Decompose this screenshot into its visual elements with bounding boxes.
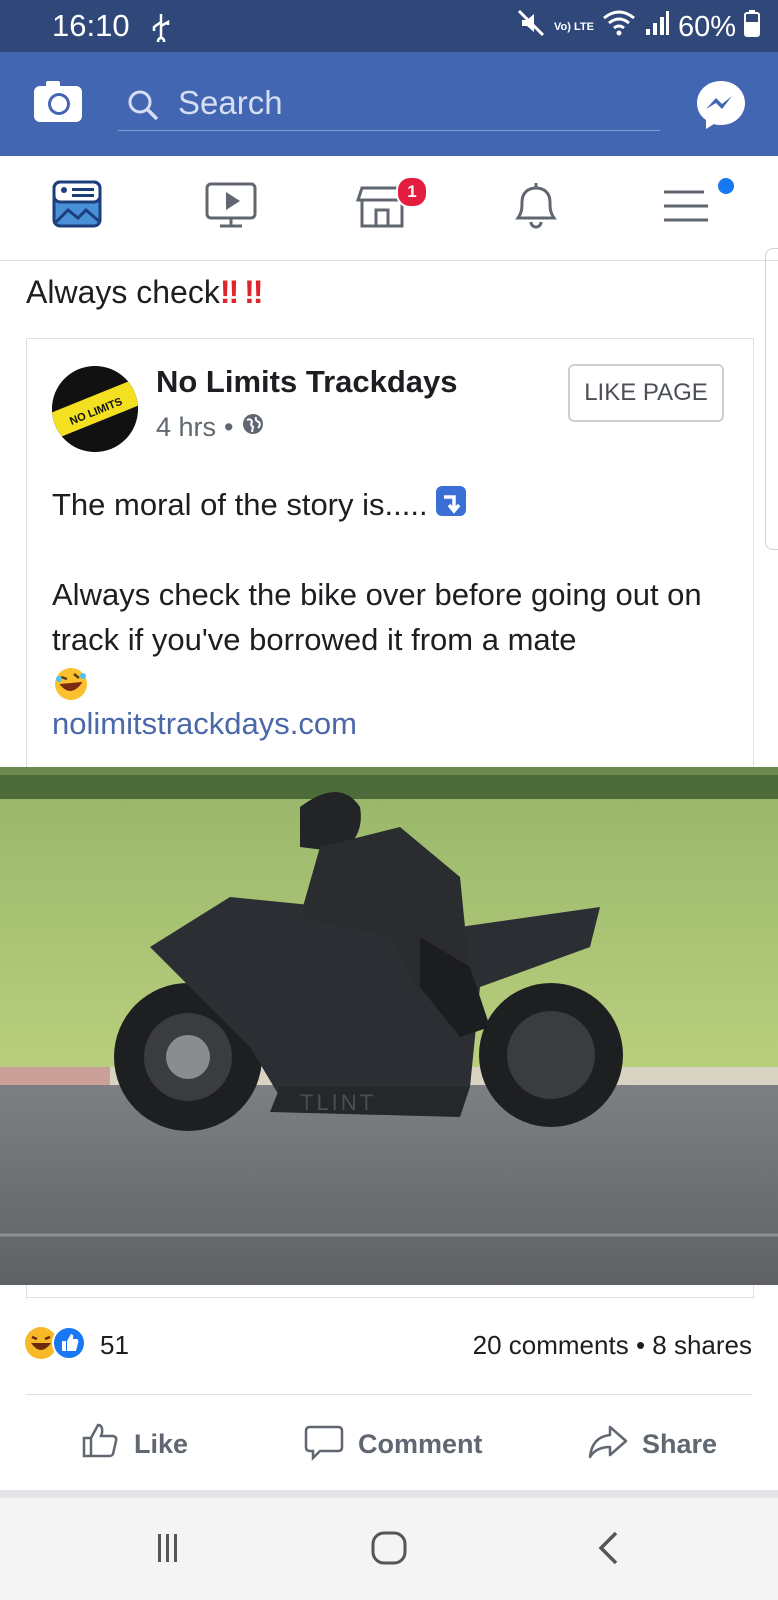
page-avatar[interactable]: NO LIMITS xyxy=(52,366,138,452)
tab-watch[interactable] xyxy=(204,178,264,238)
wifi-icon xyxy=(602,9,636,45)
like-button[interactable]: Like xyxy=(74,1420,194,1469)
comment-label: Comment xyxy=(358,1429,483,1459)
messenger-icon[interactable] xyxy=(694,78,748,137)
laughing-emoji xyxy=(52,662,742,707)
share-count[interactable]: 8 shares xyxy=(652,1330,752,1360)
camera-icon[interactable] xyxy=(32,78,84,129)
usb-icon xyxy=(150,12,172,47)
reaction-summary[interactable]: 51 xyxy=(24,1326,129,1365)
post-caption: Always check‼ ‼ xyxy=(26,274,264,311)
scrollbar[interactable] xyxy=(765,248,778,550)
fairing-text: TLINT xyxy=(300,1090,376,1115)
globe-icon xyxy=(241,412,265,443)
like-reaction-icon xyxy=(52,1326,86,1365)
status-bar: 16:10 Vo) LTE 60% xyxy=(0,0,778,52)
comment-count[interactable]: 20 comments xyxy=(473,1330,629,1360)
share-label: Share xyxy=(642,1429,718,1459)
shared-card-bottom xyxy=(26,1285,754,1298)
mute-icon xyxy=(516,8,546,46)
signal-icon xyxy=(644,9,670,45)
volte-indicator: Vo) LTE xyxy=(554,20,594,33)
tab-menu[interactable] xyxy=(660,178,720,238)
status-right: Vo) LTE 60% xyxy=(516,8,760,46)
divider xyxy=(26,1394,752,1395)
post-caption-text: Always check xyxy=(26,274,220,310)
tab-news-feed[interactable] xyxy=(52,178,112,238)
share-button[interactable]: Share xyxy=(582,1420,723,1469)
separator xyxy=(0,1490,778,1498)
home-icon[interactable] xyxy=(370,1530,408,1571)
post-line-1: The moral of the story is..... xyxy=(52,482,742,527)
tab-bar xyxy=(0,156,778,261)
battery-icon xyxy=(744,9,760,45)
share-arrow-icon xyxy=(588,1421,628,1468)
menu-notification-dot xyxy=(718,178,734,194)
engagement-counts: 20 comments • 8 shares xyxy=(473,1330,752,1361)
comment-button[interactable]: Comment xyxy=(298,1420,489,1469)
like-label: Like xyxy=(134,1429,189,1459)
separator-dot: • xyxy=(224,412,234,442)
back-icon[interactable] xyxy=(596,1530,620,1571)
shared-link[interactable]: nolimitstrackdays.com xyxy=(52,706,357,742)
search-bar[interactable] xyxy=(118,78,660,131)
system-nav-bar xyxy=(0,1498,778,1600)
search-input[interactable] xyxy=(176,82,640,124)
post-line-1-text: The moral of the story is..... xyxy=(52,487,428,522)
reaction-count: 51 xyxy=(100,1330,129,1360)
thumbs-up-icon xyxy=(80,1421,120,1468)
like-page-button[interactable]: LIKE PAGE xyxy=(568,364,724,422)
post-photo[interactable]: TLINT xyxy=(0,767,778,1285)
comment-icon xyxy=(304,1421,344,1468)
down-arrow-emoji xyxy=(435,486,466,516)
post-line-2: Always check the bike over before going … xyxy=(52,577,702,657)
separator-dot: • xyxy=(635,1330,653,1360)
double-exclamation-emoji: ‼ ‼ xyxy=(219,274,264,310)
marketplace-badge: 1 xyxy=(396,176,428,208)
battery-percent: 60% xyxy=(677,10,736,43)
tab-notifications[interactable] xyxy=(508,178,568,238)
status-time: 16:10 xyxy=(52,8,130,43)
recent-apps-icon[interactable] xyxy=(156,1532,180,1569)
search-icon xyxy=(126,88,160,127)
post-time[interactable]: 4 hrs xyxy=(156,412,216,443)
app-bar xyxy=(0,52,778,156)
page-name[interactable]: No Limits Trackdays xyxy=(156,364,458,400)
shared-post-body: The moral of the story is..... Always ch… xyxy=(52,482,742,707)
post-meta: 4 hrs • xyxy=(156,412,265,443)
